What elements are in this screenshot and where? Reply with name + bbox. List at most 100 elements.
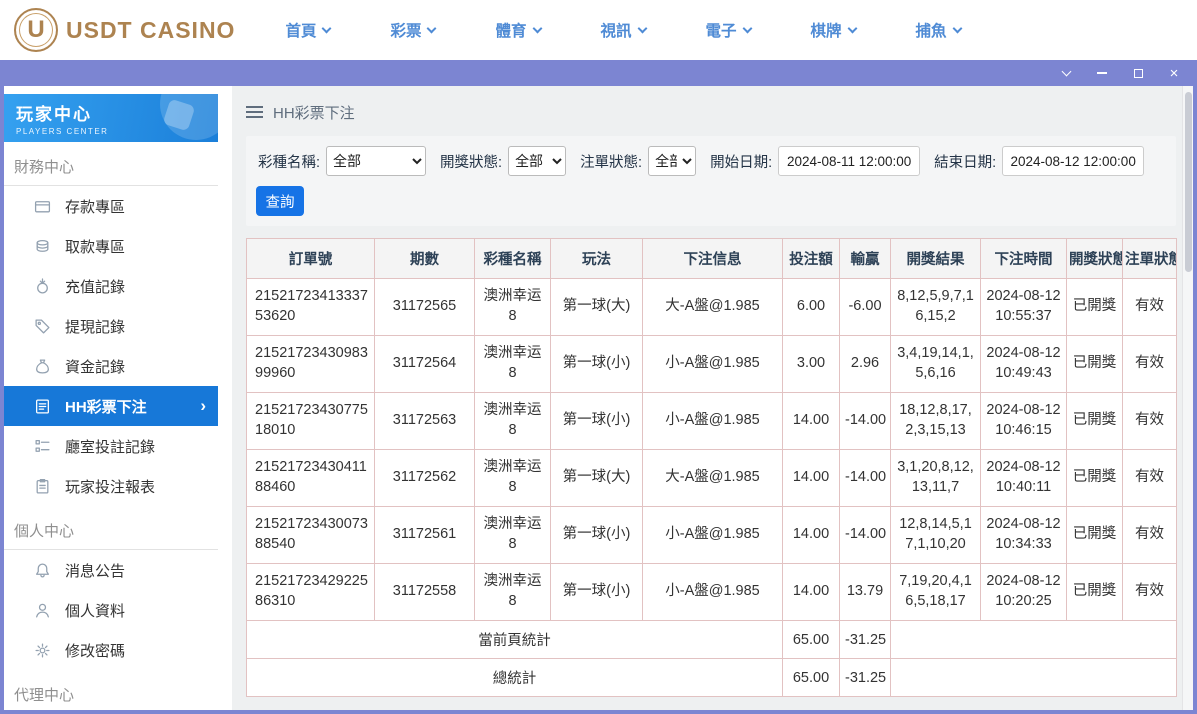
cell-bet-time: 2024-08-12 10:40:11	[981, 450, 1067, 507]
nav-item-slots[interactable]: 電子	[706, 19, 751, 41]
cell-bet-info: 小-A盤@1.985	[643, 393, 783, 450]
sidebar-item-label: 修改密碼	[65, 640, 125, 661]
cell-period: 31172561	[375, 507, 475, 564]
order-status-select[interactable]: 全部	[648, 146, 696, 176]
search-button[interactable]: 查詢	[256, 186, 304, 216]
cell-draw-status: 已開獎	[1067, 564, 1123, 621]
section-label: 個人中心	[4, 508, 218, 550]
filter-label-start-date: 開始日期:	[710, 151, 772, 172]
nav-item-label: 電子	[706, 19, 737, 41]
nav-item-cards[interactable]: 棋牌	[811, 19, 856, 41]
sidebar: 玩家中心 PLAYERS CENTER 財務中心存款專區取款專區充值記錄提現記錄…	[4, 86, 232, 710]
column-header-result: 開獎結果	[891, 239, 981, 279]
logo[interactable]: U USDT CASINO	[14, 8, 235, 52]
summary-label: 總統計	[247, 659, 783, 697]
table-row: 215217234304118846031172562澳洲幸运8第一球(大)大-…	[247, 450, 1177, 507]
sidebar-item-cashout-record[interactable]: 提現記錄	[4, 306, 218, 346]
cell-period: 31172565	[375, 279, 475, 336]
nav-item-label: 體育	[495, 19, 526, 41]
nav-item-fishing[interactable]: 捕魚	[916, 19, 961, 41]
start-date-input[interactable]	[778, 146, 920, 176]
sidebar-item-funds-record[interactable]: 資金記錄	[4, 346, 218, 386]
cell-bet-time: 2024-08-12 10:46:15	[981, 393, 1067, 450]
filter-panel: 彩種名稱: 全部 開獎狀態: 全部 注單狀態: 全部 開始日期: 結束日期:	[246, 136, 1176, 226]
cell-result: 3,4,19,14,1,5,6,16	[891, 336, 981, 393]
sidebar-subtitle: PLAYERS CENTER	[16, 127, 206, 136]
menu-icon[interactable]	[246, 103, 263, 121]
cell-bet-amount: 14.00	[783, 564, 840, 621]
cell-bet-amount: 14.00	[783, 507, 840, 564]
filter-label-order-status: 注單狀態:	[580, 151, 642, 172]
sidebar-item-hall-bet-record[interactable]: 廳室投註記錄	[4, 426, 218, 466]
cell-result: 18,12,8,17,2,3,15,13	[891, 393, 981, 450]
window-maximize-button[interactable]	[1131, 66, 1145, 80]
summary-row: 當前頁統計65.00-31.25	[247, 621, 1177, 659]
table-row: 215217234133375362031172565澳洲幸运8第一球(大)大-…	[247, 279, 1177, 336]
sidebar-item-deposit[interactable]: 存款專區	[4, 186, 218, 226]
sidebar-item-recharge-record[interactable]: 充值記錄	[4, 266, 218, 306]
cell-order-status: 有效	[1123, 450, 1177, 507]
nav-item-label: 捕魚	[916, 19, 947, 41]
sidebar-item-label: 充值記錄	[65, 276, 125, 297]
sidebar-item-hh-lottery-bet[interactable]: HH彩票下注 ›	[4, 386, 218, 426]
scrollbar-thumb[interactable]	[1185, 92, 1192, 272]
window-collapse-button[interactable]	[1059, 66, 1073, 80]
sidebar-item-withdraw[interactable]: 取款專區	[4, 226, 218, 266]
draw-status-select[interactable]: 全部	[508, 146, 566, 176]
table-header-row: 訂單號期數彩種名稱玩法下注信息投注額輸贏開獎結果下注時間開獎狀態注單狀態	[247, 239, 1177, 279]
summary-bet-total: 65.00	[783, 621, 840, 659]
cell-play: 第一球(小)	[551, 507, 643, 564]
hall-bet-record-icon	[34, 438, 51, 455]
window: × 玩家中心 PLAYERS CENTER 財務中心存款專區取款專區充值記錄提現…	[0, 60, 1197, 714]
sidebar-item-announcement[interactable]: 消息公告	[4, 550, 218, 590]
cell-play: 第一球(大)	[551, 279, 643, 336]
minimize-icon	[1097, 72, 1107, 74]
end-date-input[interactable]	[1002, 146, 1144, 176]
cell-win-loss: 2.96	[840, 336, 891, 393]
cell-period: 31172558	[375, 564, 475, 621]
column-header-bet-info: 下注信息	[643, 239, 783, 279]
cell-result: 7,19,20,4,16,5,18,17	[891, 564, 981, 621]
sidebar-header: 玩家中心 PLAYERS CENTER	[4, 94, 218, 142]
cell-win-loss: -14.00	[840, 393, 891, 450]
cell-order-no: 2152172343041188460	[247, 450, 375, 507]
window-close-button[interactable]: ×	[1167, 66, 1181, 80]
table-row: 215217234309839996031172564澳洲幸运8第一球(小)小-…	[247, 336, 1177, 393]
chevron-down-icon	[322, 23, 332, 33]
close-icon: ×	[1170, 66, 1179, 81]
chevron-right-icon: ›	[200, 396, 206, 416]
cell-order-status: 有效	[1123, 279, 1177, 336]
nav-item-live-video[interactable]: 視訊	[601, 19, 646, 41]
window-minimize-button[interactable]	[1095, 66, 1109, 80]
sidebar-menu: 財務中心存款專區取款專區充值記錄提現記錄資金記錄 HH彩票下注 › 廳室投註記錄玩家投…	[4, 144, 218, 710]
cell-order-no: 2152172341333753620	[247, 279, 375, 336]
sidebar-item-label: 廳室投註記錄	[65, 436, 155, 457]
nav-item-home[interactable]: 首頁	[285, 19, 330, 41]
nav-item-sports[interactable]: 體育	[495, 19, 540, 41]
sidebar-item-label: 取款專區	[65, 236, 125, 257]
announcement-icon	[34, 562, 51, 579]
window-titlebar[interactable]: ×	[4, 60, 1193, 86]
breadcrumb: HH彩票下注	[246, 92, 1176, 132]
cell-result: 12,8,14,5,17,1,10,20	[891, 507, 981, 564]
sidebar-item-profile[interactable]: 個人資料	[4, 590, 218, 630]
sidebar-item-player-bet-report[interactable]: 玩家投注報表	[4, 466, 218, 506]
nav-item-lottery[interactable]: 彩票	[390, 19, 435, 41]
cell-order-status: 有效	[1123, 393, 1177, 450]
cell-order-no: 2152172343077518010	[247, 393, 375, 450]
lottery-type-select[interactable]: 全部	[326, 146, 426, 176]
cell-bet-info: 小-A盤@1.985	[643, 507, 783, 564]
recharge-record-icon	[34, 278, 51, 295]
vertical-scrollbar[interactable]	[1182, 86, 1193, 710]
sidebar-title: 玩家中心	[16, 100, 206, 125]
cell-bet-amount: 6.00	[783, 279, 840, 336]
cell-order-no: 2152172343007388540	[247, 507, 375, 564]
section-label: 財務中心	[4, 144, 218, 186]
top-nav: U USDT CASINO 首頁 彩票 體育 視訊 電子 棋牌 捕魚	[0, 0, 1197, 60]
summary-label: 當前頁統計	[247, 621, 783, 659]
sidebar-item-label: HH彩票下注	[65, 396, 147, 417]
sidebar-item-password[interactable]: 修改密碼	[4, 630, 218, 670]
summary-empty	[891, 621, 1177, 659]
cell-draw-status: 已開獎	[1067, 279, 1123, 336]
column-header-win-loss: 輸贏	[840, 239, 891, 279]
